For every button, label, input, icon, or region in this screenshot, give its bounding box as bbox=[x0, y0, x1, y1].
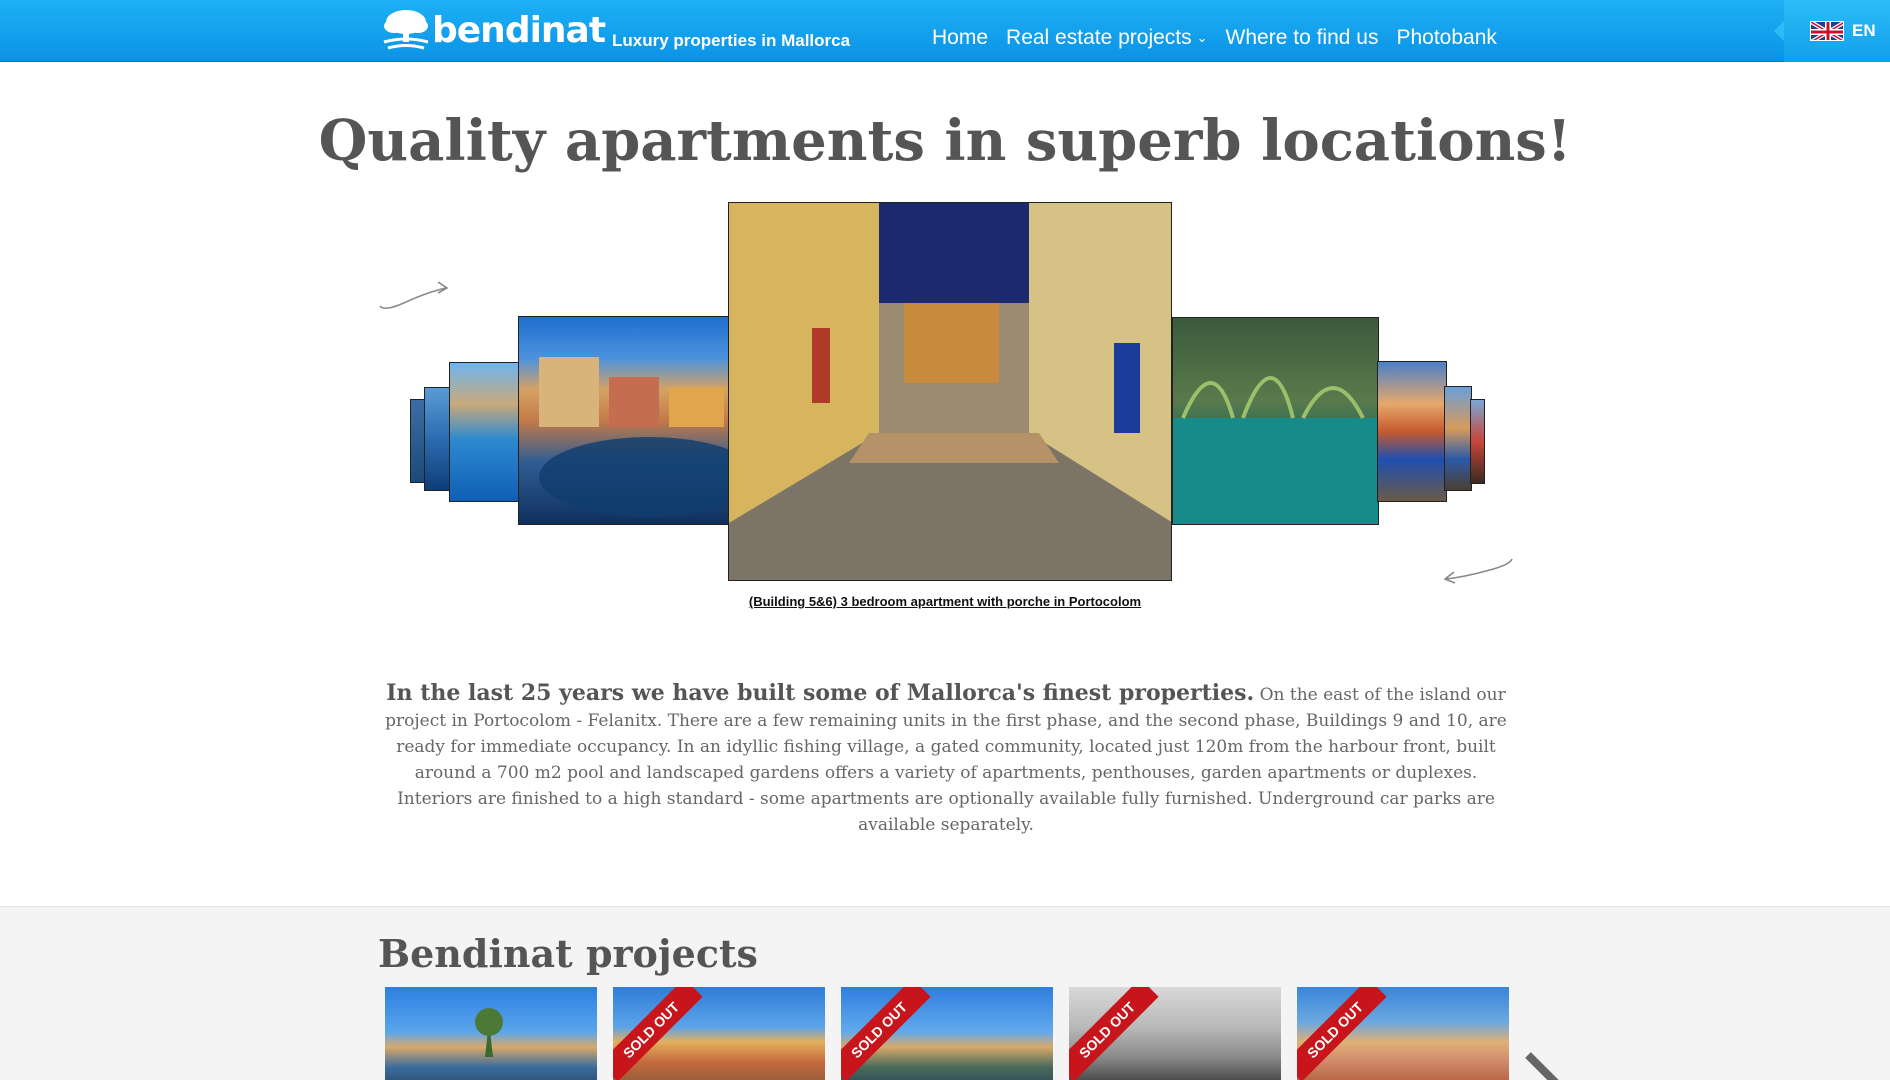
projects-next-arrow-icon[interactable] bbox=[1520, 1047, 1580, 1080]
intro-body: On the east of the island our project in… bbox=[385, 685, 1507, 835]
projects-title: Bendinat projects bbox=[378, 931, 758, 976]
image-carousel: (Building 5&6) 3 bedroom apartment with … bbox=[0, 0, 1890, 620]
carousel-slide[interactable] bbox=[1470, 399, 1485, 484]
sold-out-ribbon: SOLD OUT bbox=[1297, 987, 1387, 1080]
prev-arrow-icon[interactable] bbox=[376, 280, 452, 314]
projects-thumbnails: SOLD OUT SOLD OUT SOLD OUT SOLD OUT bbox=[385, 987, 1509, 1080]
sold-out-ribbon: SOLD OUT bbox=[1069, 987, 1159, 1080]
project-thumbnail[interactable] bbox=[385, 987, 597, 1080]
carousel-slide[interactable] bbox=[1377, 361, 1447, 502]
carousel-slide-active[interactable] bbox=[728, 202, 1172, 581]
project-thumbnail[interactable]: SOLD OUT bbox=[1069, 987, 1281, 1080]
project-thumbnail[interactable]: SOLD OUT bbox=[613, 987, 825, 1080]
carousel-slide[interactable] bbox=[518, 316, 731, 525]
projects-section: Bendinat projects SOLD OUT SOLD OUT SOLD… bbox=[0, 906, 1890, 1080]
next-arrow-icon[interactable] bbox=[1440, 551, 1516, 585]
carousel-slide[interactable] bbox=[1172, 317, 1379, 525]
intro-paragraph: In the last 25 years we have built some … bbox=[376, 680, 1516, 838]
slide-caption-link[interactable]: (Building 5&6) 3 bedroom apartment with … bbox=[0, 594, 1890, 609]
sold-out-ribbon: SOLD OUT bbox=[841, 987, 931, 1080]
sold-out-ribbon: SOLD OUT bbox=[613, 987, 703, 1080]
carousel-slide[interactable] bbox=[449, 362, 519, 502]
project-thumbnail[interactable]: SOLD OUT bbox=[1297, 987, 1509, 1080]
carousel-slide[interactable] bbox=[1444, 386, 1472, 491]
project-thumbnail[interactable]: SOLD OUT bbox=[841, 987, 1053, 1080]
intro-lead: In the last 25 years we have built some … bbox=[386, 680, 1255, 706]
